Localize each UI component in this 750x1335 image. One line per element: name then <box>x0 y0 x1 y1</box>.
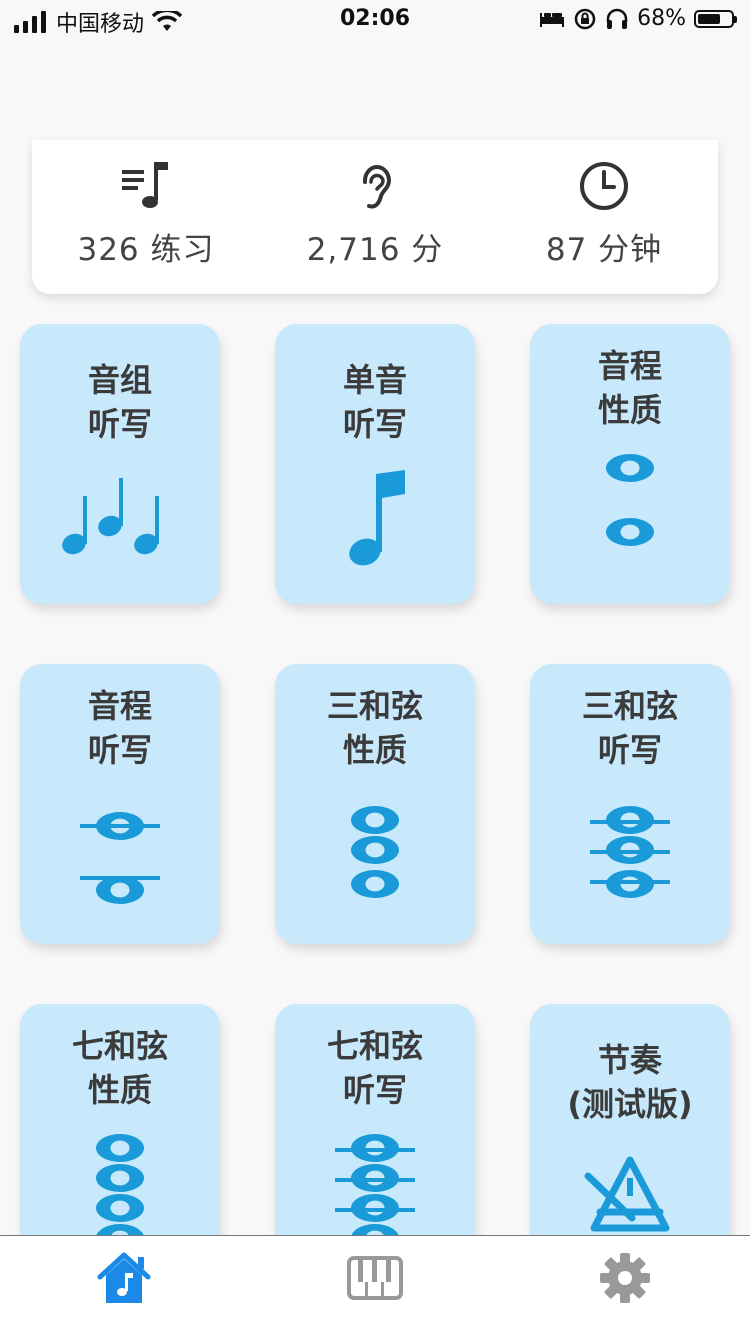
ear-icon <box>362 164 392 209</box>
stats-card: 326 练习 2,716 分 87 分钟 <box>32 140 718 294</box>
stat-practice: 326 练习 <box>32 158 260 269</box>
metronome-icon <box>584 1156 670 1232</box>
tile-title: 七和弦 性质 <box>71 1027 168 1109</box>
tile-triad-quality[interactable]: 三和弦 性质 <box>275 664 475 944</box>
tile-title: 单音 听写 <box>342 361 407 443</box>
bed-icon <box>540 12 565 27</box>
interval-dictation-icon <box>80 812 160 904</box>
tile-triad-dictation[interactable]: 三和弦 听写 <box>530 664 730 944</box>
tile-single-note-dictation[interactable]: 单音 听写 <box>275 324 475 604</box>
status-bar: 中国移动 02:06 68% <box>0 0 750 40</box>
headphones-icon <box>606 8 628 29</box>
tile-interval-dictation[interactable]: 音程 听写 <box>20 664 220 944</box>
tile-title: 七和弦 听写 <box>326 1027 423 1109</box>
tab-piano[interactable] <box>340 1250 410 1306</box>
tile-title: 音程 性质 <box>597 347 662 429</box>
stat-practice-text: 326 练习 <box>77 232 215 268</box>
note-group-icon <box>62 478 159 555</box>
tile-title: 三和弦 性质 <box>326 687 423 769</box>
tile-title: 三和弦 听写 <box>581 687 678 769</box>
tile-title: 音程 听写 <box>87 687 152 769</box>
orientation-lock-icon <box>574 8 596 29</box>
piano-icon <box>347 1256 403 1300</box>
triad-dictation-icon <box>590 806 670 898</box>
tile-title: 音组 听写 <box>87 361 152 443</box>
single-note-icon <box>349 470 405 566</box>
interval-quality-icon <box>606 454 654 546</box>
home-icon <box>97 1252 151 1303</box>
triad-quality-icon <box>351 806 399 898</box>
stat-minutes-text: 87 分钟 <box>545 232 663 268</box>
stat-score: 2,716 分 <box>261 158 489 269</box>
gear-icon <box>600 1253 650 1303</box>
tab-bar <box>0 1235 750 1335</box>
tile-title: 节奏 (测试版) <box>567 1041 693 1123</box>
battery-percent: 68% <box>637 6 686 31</box>
tile-note-group-dictation[interactable]: 音组 听写 <box>20 324 220 604</box>
stat-score-text: 2,716 分 <box>306 232 444 268</box>
battery-icon <box>694 9 737 28</box>
tab-home[interactable] <box>89 1250 159 1306</box>
stat-minutes: 87 分钟 <box>490 158 718 269</box>
clock-icon <box>580 162 628 210</box>
music-list-icon <box>122 162 168 208</box>
tab-settings[interactable] <box>590 1250 660 1306</box>
tile-interval-quality[interactable]: 音程 性质 <box>530 324 730 604</box>
